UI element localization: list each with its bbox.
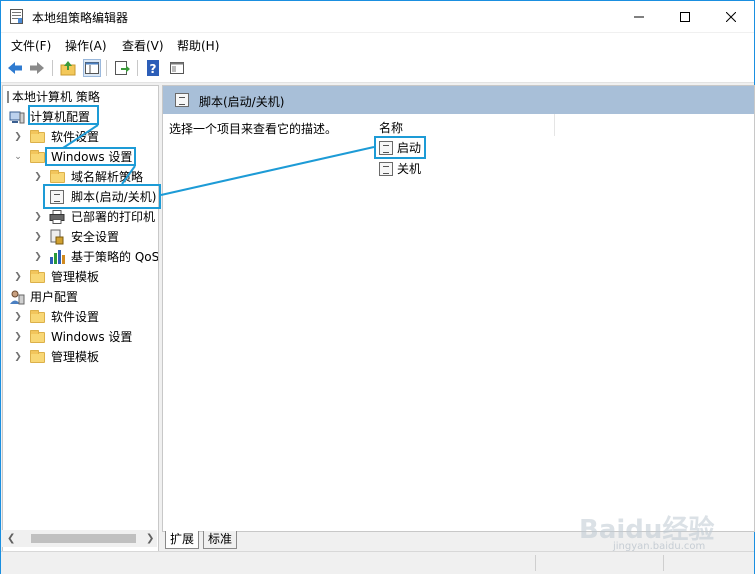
group-policy-editor-window: 本地组策略编辑器 文件(F) 操作(A) 查看(V) 帮助(H) ? 本地计算机… <box>0 0 755 574</box>
baidu-watermark-url: jingyan.baidu.com <box>613 541 706 552</box>
annotation-connector-lines <box>62 124 375 196</box>
